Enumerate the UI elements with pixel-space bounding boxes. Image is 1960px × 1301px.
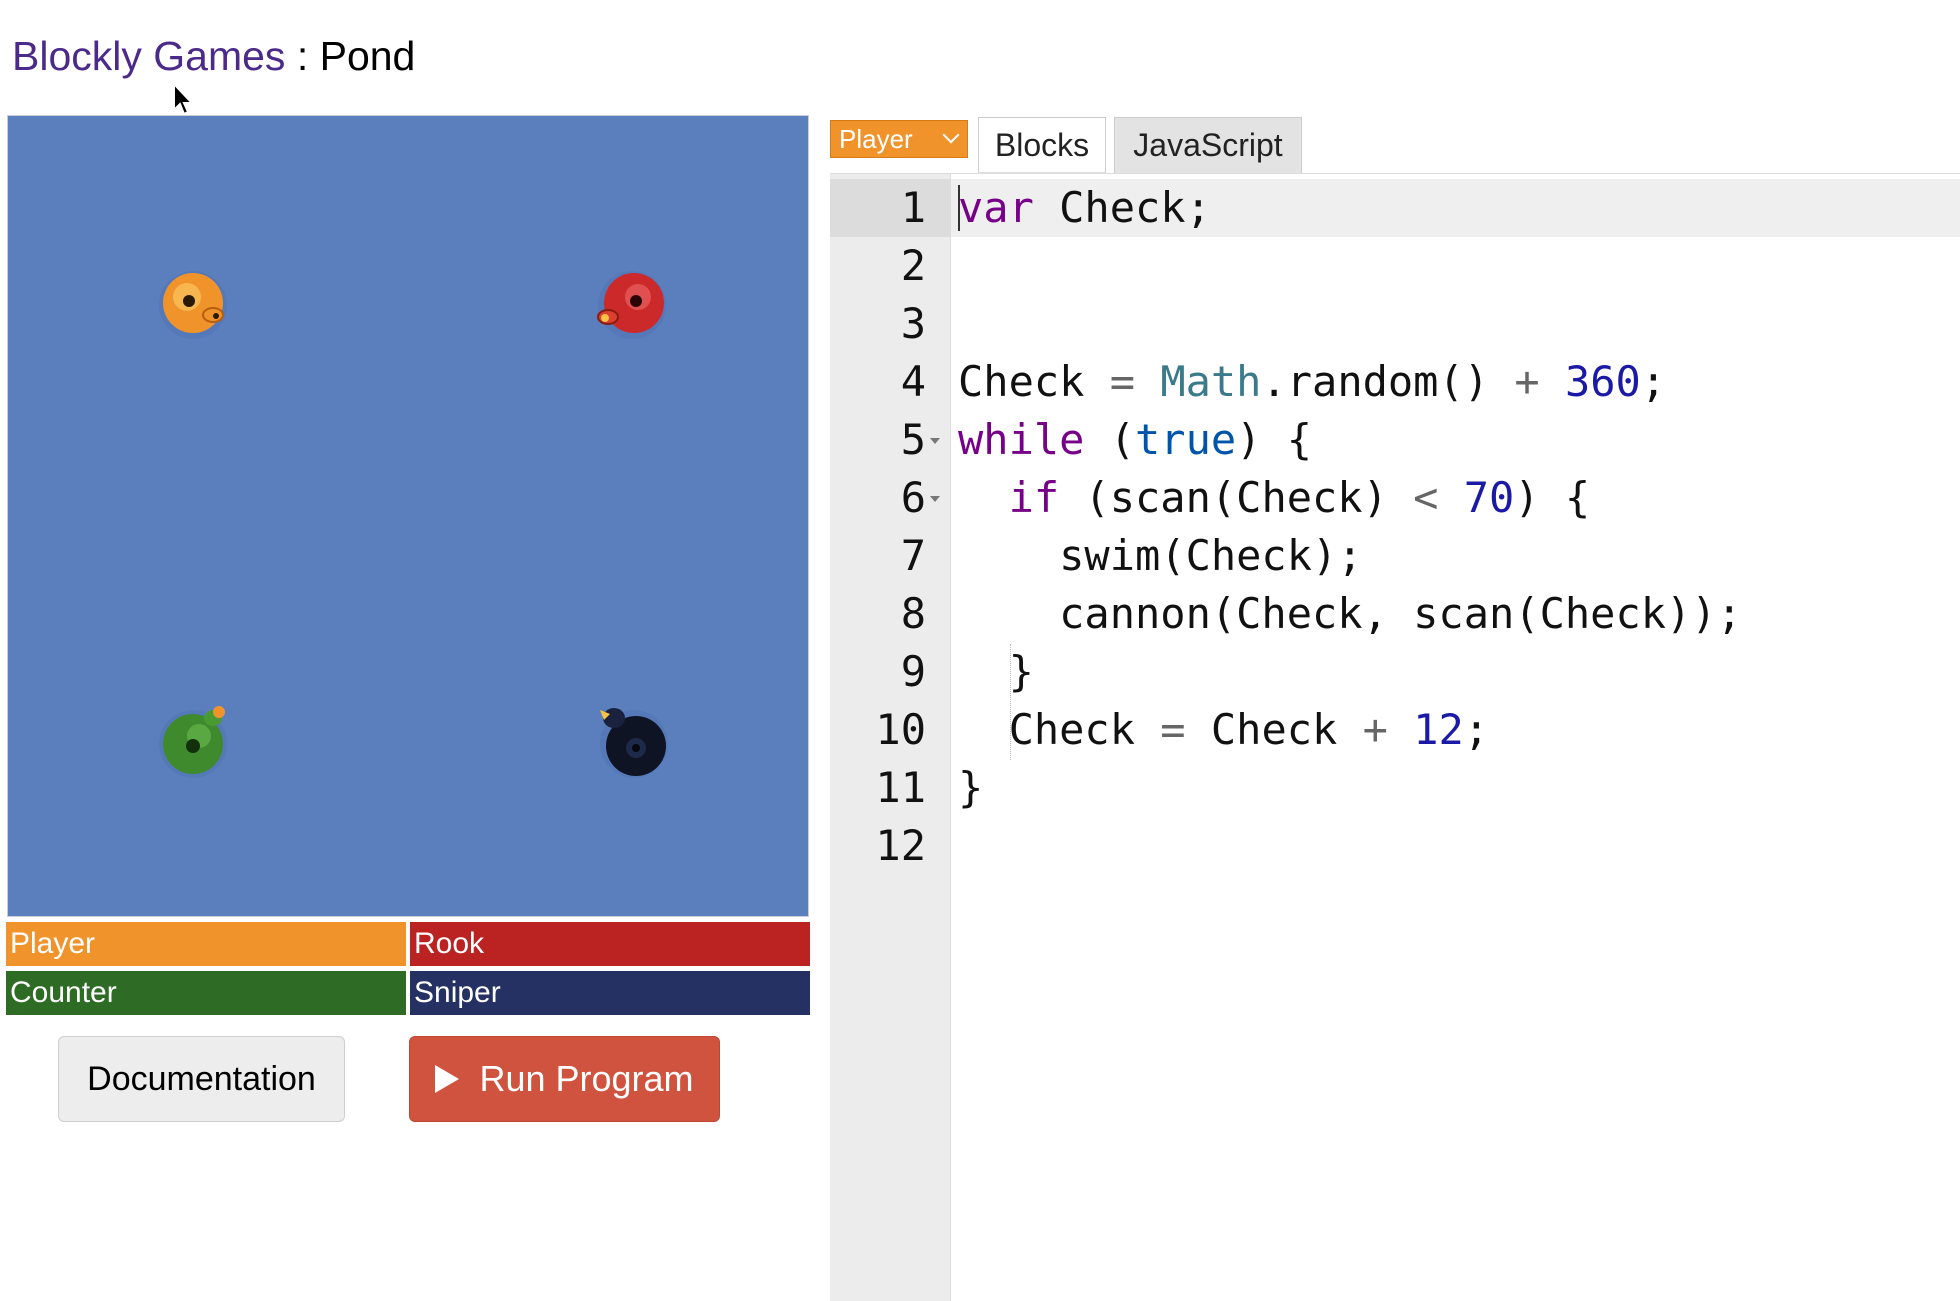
documentation-button-label: Documentation xyxy=(87,1059,316,1098)
line-number: 4 xyxy=(900,357,926,406)
line-number: 12 xyxy=(875,821,926,870)
chevron-down-icon xyxy=(942,126,960,144)
title-separator: : xyxy=(285,33,320,79)
run-program-button-label: Run Program xyxy=(479,1058,694,1099)
code-line: swim(Check); xyxy=(958,531,1363,580)
tab-blocks[interactable]: Blocks xyxy=(978,117,1106,173)
code-line: cannon(Check, scan(Check)); xyxy=(958,589,1742,638)
fold-arrow-icon[interactable] xyxy=(930,496,940,502)
play-icon xyxy=(435,1065,460,1093)
tab-javascript[interactable]: JavaScript xyxy=(1114,117,1302,173)
text-cursor xyxy=(958,185,960,231)
line-number: 3 xyxy=(900,299,926,348)
code-line: } xyxy=(958,647,1034,696)
line-number: 8 xyxy=(900,589,926,638)
line-number: 2 xyxy=(900,241,926,290)
scoreboard-label: Rook xyxy=(414,927,485,960)
line-number: 11 xyxy=(875,763,926,812)
documentation-button[interactable]: Documentation xyxy=(58,1036,345,1122)
line-number: 5 xyxy=(900,415,926,464)
player-avatar-icon xyxy=(159,271,227,339)
line-number: 6 xyxy=(900,473,926,522)
pond-arena xyxy=(7,115,809,917)
scoreboard-rook: Rook xyxy=(410,922,810,966)
code-line: if (scan(Check) < 70) { xyxy=(1008,473,1591,522)
code-editor[interactable]: 1 var Check; 2 3 4 Check = Math.random() + 36… xyxy=(830,173,1960,1301)
page-name: Pond xyxy=(319,33,416,79)
blockly-games-link[interactable]: Blockly Games xyxy=(12,33,285,79)
line-number: 1 xyxy=(900,183,926,232)
code-line: var Check; xyxy=(958,183,1211,232)
scoreboard-sniper: Sniper xyxy=(410,971,810,1015)
scoreboard-label: Sniper xyxy=(414,976,501,1009)
sniper-avatar-icon xyxy=(600,708,668,778)
scoreboard-player: Player xyxy=(6,922,406,966)
run-program-button[interactable]: Run Program xyxy=(409,1036,720,1122)
line-number: 9 xyxy=(900,647,926,696)
rook-avatar-icon xyxy=(597,271,666,339)
code-line: } xyxy=(958,763,984,812)
player-select[interactable]: Player xyxy=(830,120,968,158)
code-line: while (true) { xyxy=(958,415,1313,464)
fold-arrow-icon[interactable] xyxy=(930,438,940,444)
scoreboard-label: Counter xyxy=(10,976,117,1009)
code-line: Check = Check + 12; xyxy=(958,705,1490,754)
scoreboard-counter: Counter xyxy=(6,971,406,1015)
line-number: 7 xyxy=(900,531,926,580)
scoreboard-label: Player xyxy=(10,927,96,960)
player-select-value: Player xyxy=(839,124,913,154)
code-line: Check = Math.random() + 360; xyxy=(958,357,1667,406)
line-number: 10 xyxy=(875,705,926,754)
mouse-pointer-icon xyxy=(173,82,195,116)
page-title: Blockly Games : Pond xyxy=(12,32,415,80)
counter-avatar-icon xyxy=(159,706,227,778)
